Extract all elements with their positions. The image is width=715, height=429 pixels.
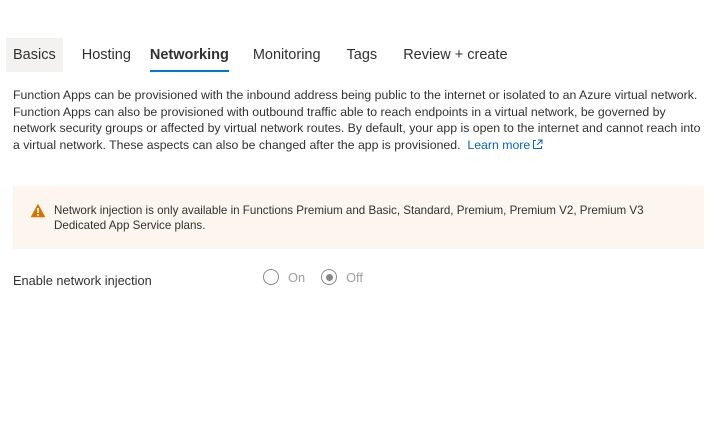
description-text: Function Apps can be provisioned with th… <box>13 88 701 152</box>
external-link-icon <box>532 138 543 155</box>
tab-monitoring[interactable]: Monitoring <box>241 38 333 72</box>
tab-networking[interactable]: Networking <box>143 38 241 72</box>
warning-banner: Network injection is only available in F… <box>13 186 704 249</box>
tab-review-create[interactable]: Review + create <box>389 38 519 72</box>
warning-icon <box>30 203 46 223</box>
tab-tags[interactable]: Tags <box>333 38 390 72</box>
radio-off-label: Off <box>346 269 363 285</box>
network-injection-radio-group: On Off <box>263 269 379 285</box>
radio-off-circle[interactable] <box>321 269 338 285</box>
tab-hosting[interactable]: Hosting <box>75 38 143 72</box>
radio-on[interactable]: On <box>263 269 305 285</box>
radio-on-circle[interactable] <box>263 269 279 285</box>
enable-network-injection-label: Enable network injection <box>13 273 152 288</box>
radio-on-label: On <box>288 269 306 285</box>
networking-description: Function Apps can be provisioned with th… <box>13 87 703 154</box>
radio-off[interactable]: Off <box>321 269 363 285</box>
learn-more-link[interactable]: Learn more <box>467 138 543 152</box>
tab-bar: Basics Hosting Networking Monitoring Tag… <box>6 38 520 72</box>
warning-text: Network injection is only available in F… <box>54 204 644 232</box>
tab-basics[interactable]: Basics <box>6 38 63 72</box>
